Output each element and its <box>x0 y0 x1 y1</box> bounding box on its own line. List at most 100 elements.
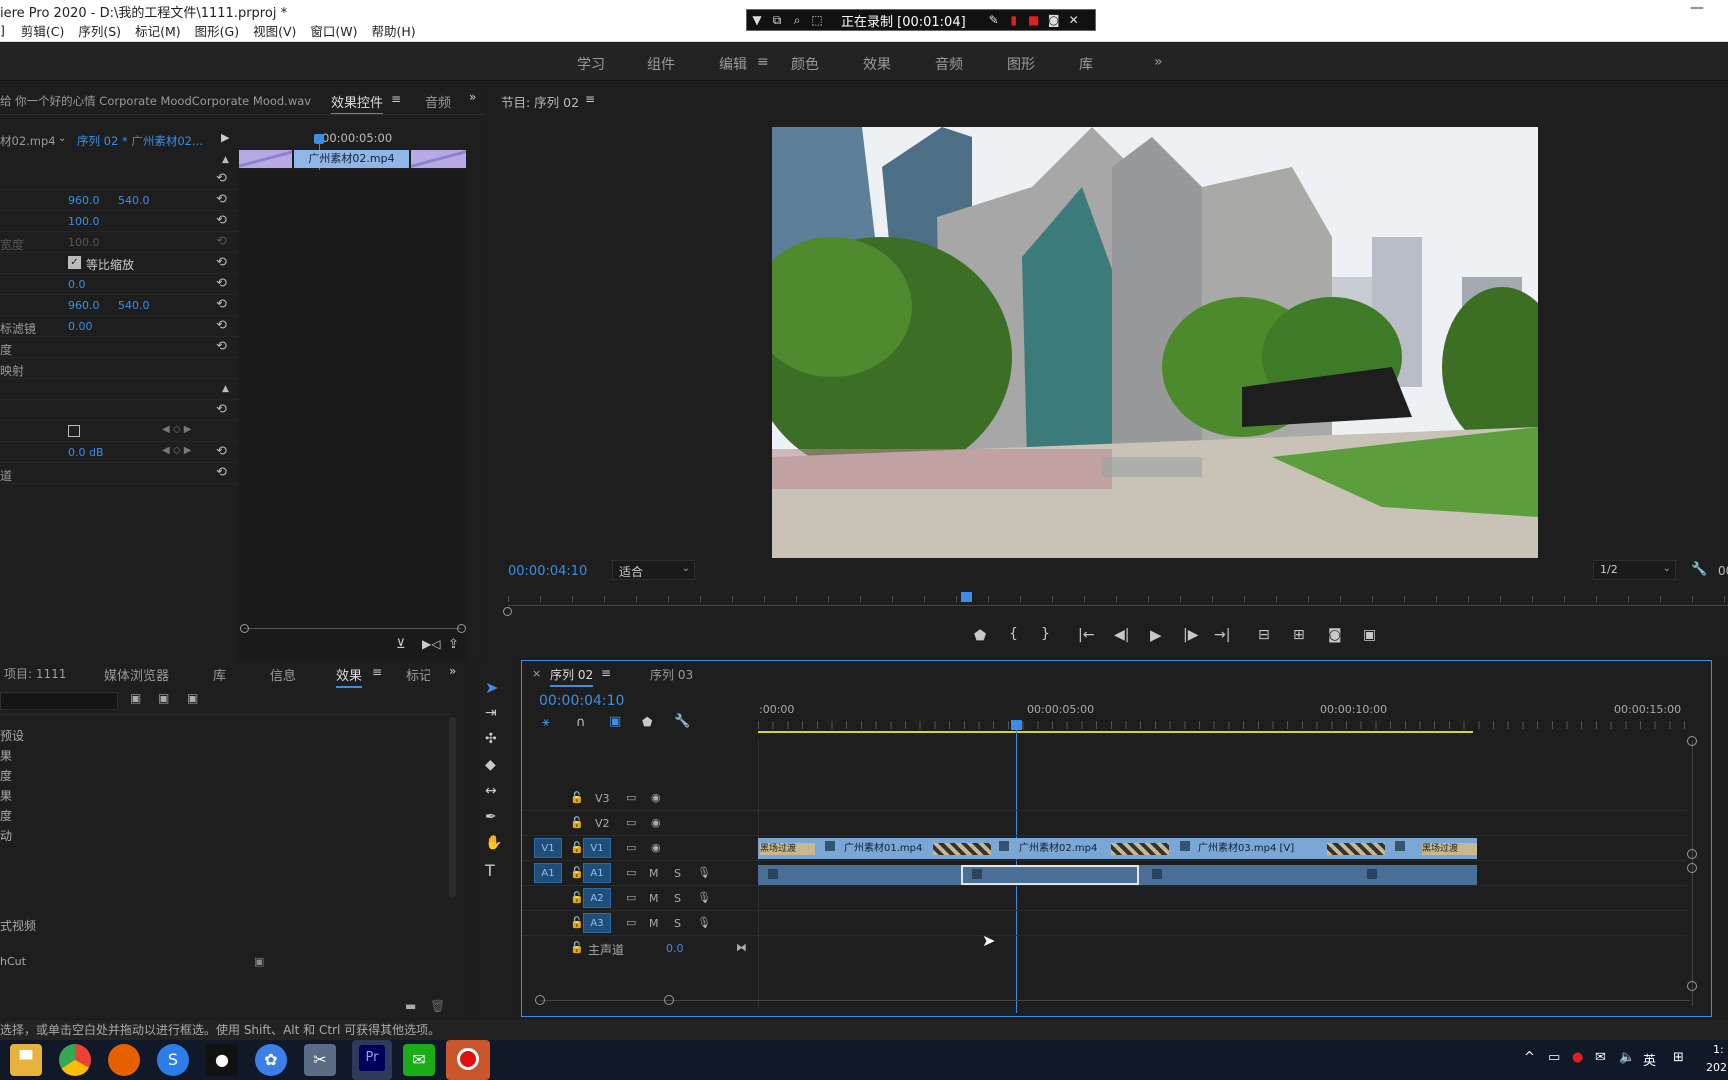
clock-time[interactable]: 1: <box>1713 1043 1724 1056</box>
resolution-dropdown[interactable]: 1/2 ⌄ <box>1593 560 1676 580</box>
position-y[interactable]: 540.0 <box>118 194 150 207</box>
sequence-clip-link[interactable]: 序列 02 * 广州素材02... <box>77 133 203 149</box>
keyframe-nav-icon[interactable]: ◀ ◇ ▶ <box>162 445 191 456</box>
type-tool-icon[interactable]: T <box>485 861 495 880</box>
effects-folder-video-transitions[interactable]: 动 <box>0 827 12 844</box>
new-folder-icon[interactable]: ▬ <box>405 999 416 1013</box>
linked-selection-icon[interactable]: ∩ <box>576 715 586 730</box>
comparison-view-icon[interactable]: ▣ <box>1363 627 1376 643</box>
track-a2-label[interactable]: A2 <box>583 888 611 908</box>
filter-icon[interactable]: ⊻ <box>396 637 406 652</box>
cross-dissolve-2[interactable] <box>1111 843 1169 855</box>
tray-volume-icon[interactable]: 🔈 <box>1619 1050 1635 1065</box>
clip-guangzhou-03[interactable]: 广州素材03.mp4 [V] <box>1198 839 1298 854</box>
selection-tool-icon[interactable]: ➤ <box>485 678 498 697</box>
wechat-icon[interactable]: ✉ <box>403 1044 435 1076</box>
lock-icon[interactable]: 🔓 <box>570 791 584 804</box>
yuv-icon[interactable]: ▣ <box>187 691 198 705</box>
source-patch-a1[interactable]: A1 <box>534 863 562 883</box>
transition-black-start[interactable]: 黑场过渡 <box>760 843 815 855</box>
settings-wrench-icon[interactable]: 🔧 <box>1691 562 1707 577</box>
ime-indicator[interactable]: 英 <box>1643 1050 1656 1069</box>
ime-mode-icon[interactable]: ⊞ <box>1673 1050 1684 1065</box>
sync-lock-icon[interactable]: ▭ <box>626 841 636 854</box>
scale-value[interactable]: 100.0 <box>68 215 100 228</box>
mute-button[interactable]: M <box>649 917 659 930</box>
mini-clip[interactable]: 广州素材02.mp4 <box>294 150 409 168</box>
tab-effects[interactable]: 效果 <box>336 665 363 688</box>
fit-dropdown[interactable]: 适合 ⌄ <box>612 560 695 580</box>
go-to-out-icon[interactable]: →| <box>1214 627 1230 643</box>
reset-icon[interactable]: ⟲ <box>216 171 227 186</box>
tab-project[interactable]: 项目: 1111 <box>4 665 66 682</box>
a1-selected-clip[interactable] <box>961 865 1139 885</box>
scroll-handle-left[interactable] <box>240 624 249 633</box>
reset-icon[interactable]: ⟲ <box>216 192 227 207</box>
close-tab-icon[interactable]: × <box>532 667 541 680</box>
menu-graphics[interactable]: 图形(G) <box>195 21 239 40</box>
lift-icon[interactable]: ⊟ <box>1258 627 1270 643</box>
effects-folder-hitcut[interactable]: hCut <box>0 955 26 968</box>
microphone-icon[interactable]: 🎙 <box>697 916 711 929</box>
lock-icon[interactable]: 🔓 <box>570 841 584 854</box>
go-to-end-icon[interactable]: ⧓ <box>736 941 747 954</box>
chevron-down-icon[interactable]: ⌄ <box>58 133 66 144</box>
microphone-icon[interactable]: 🎙 <box>697 891 711 904</box>
workspace-color[interactable]: 颜色 <box>791 54 819 74</box>
tab-libraries[interactable]: 库 <box>213 665 226 684</box>
scrub-ruler[interactable] <box>508 592 1728 606</box>
menu-window[interactable]: 窗口(W) <box>310 21 357 40</box>
source-patch-v1[interactable]: V1 <box>534 838 562 858</box>
ruler-ticks[interactable] <box>758 721 1688 729</box>
master-volume[interactable]: 0.0 <box>666 942 684 955</box>
scrub-start-handle[interactable] <box>503 607 512 616</box>
solo-button[interactable]: S <box>674 917 681 930</box>
reset-icon[interactable]: ⟲ <box>216 318 227 333</box>
mute-button[interactable]: M <box>649 867 659 880</box>
pause-icon[interactable]: ▮ <box>1004 13 1024 27</box>
tab-sequence-03[interactable]: 序列 03 <box>650 666 693 683</box>
reset-icon[interactable]: ⟲ <box>216 213 227 228</box>
horizontal-scroll[interactable] <box>540 1000 1690 1001</box>
tab-effect-controls[interactable]: 效果控件 <box>331 92 384 115</box>
ripple-edit-tool-icon[interactable]: ✣ <box>485 731 497 747</box>
workspace-editing[interactable]: 编辑 <box>719 54 747 74</box>
checkbox-icon[interactable] <box>68 425 80 437</box>
scroll-handle-icon[interactable] <box>535 995 545 1005</box>
lock-icon[interactable]: 🔓 <box>570 941 584 954</box>
track-a3-label[interactable]: A3 <box>583 913 611 933</box>
menu-clip[interactable]: 剪辑(C) <box>21 21 64 40</box>
effects-folder-lumetri[interactable]: 果 <box>0 747 12 764</box>
snipping-tool-icon[interactable]: ✂ <box>304 1044 336 1076</box>
effects-folder-audio-effects[interactable]: 度 <box>0 767 12 784</box>
step-back-icon[interactable]: ◀| <box>1114 627 1129 643</box>
insert-sequence-icon[interactable]: ▣ <box>609 714 621 729</box>
rotation-value[interactable]: 0.0 <box>68 278 86 291</box>
cross-dissolve-3[interactable] <box>1327 843 1385 855</box>
lock-icon[interactable]: 🔓 <box>570 916 584 929</box>
eye-icon[interactable]: ◉ <box>651 816 661 829</box>
reset-icon[interactable]: ⟲ <box>216 339 227 354</box>
extract-icon[interactable]: ⊞ <box>1293 627 1305 643</box>
panel-overflow-icon[interactable]: » <box>469 90 476 104</box>
level-value[interactable]: 0.0 dB <box>68 446 104 459</box>
export-icon[interactable]: ⇪ <box>448 637 459 652</box>
clip-guangzhou-01[interactable]: 广州素材01.mp4 [ <box>844 839 924 854</box>
file-explorer-icon[interactable]: ▀ <box>10 1044 42 1076</box>
sync-lock-icon[interactable]: ▭ <box>626 891 636 904</box>
tray-record-icon[interactable]: ● <box>1572 1050 1583 1065</box>
reset-icon[interactable]: ⟲ <box>216 297 227 312</box>
tab-audio-clip-mixer[interactable]: 音频 <box>425 92 451 111</box>
trash-icon[interactable]: 🗑 <box>430 999 445 1013</box>
search-input[interactable] <box>0 692 118 710</box>
snap-icon[interactable]: ⚹ <box>542 715 550 730</box>
play-clip-audio-icon[interactable]: ▶◁ <box>422 637 440 651</box>
32bit-icon[interactable]: ▣ <box>158 691 169 705</box>
region-icon[interactable]: ⬚ <box>807 13 827 27</box>
baidu-netdisk-icon[interactable]: ✿ <box>255 1044 287 1076</box>
zoom-handle-icon[interactable] <box>1687 981 1697 991</box>
play-icon[interactable]: ▶ <box>1150 626 1162 644</box>
accelerated-icon[interactable]: ▣ <box>130 691 141 705</box>
scroll-handle-icon[interactable] <box>664 995 674 1005</box>
stop-icon[interactable]: ■ <box>1024 13 1044 27</box>
